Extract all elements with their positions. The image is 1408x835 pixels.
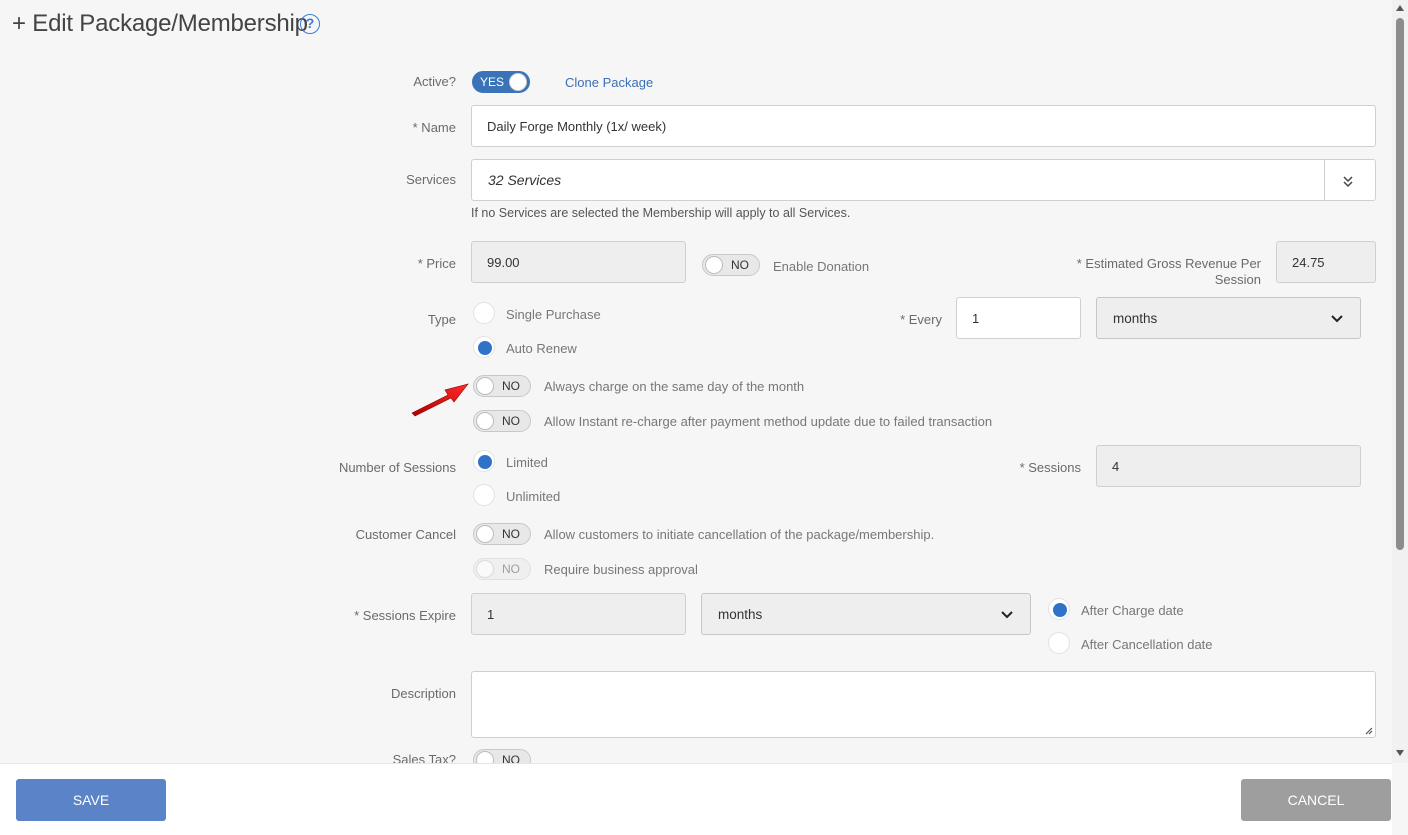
- toggle-text: NO: [502, 414, 520, 428]
- sessions-label: * Sessions: [1019, 460, 1081, 475]
- gross-revenue-label-line1: * Estimated Gross Revenue Per: [1076, 256, 1261, 271]
- scroll-up-arrow-icon[interactable]: [1395, 3, 1405, 13]
- number-of-sessions-label: Number of Sessions: [338, 460, 456, 475]
- services-label: Services: [406, 172, 456, 187]
- clone-package-link[interactable]: Clone Package: [565, 75, 653, 90]
- toggle-knob: [476, 525, 494, 543]
- instant-recharge-label: Allow Instant re-charge after payment me…: [544, 414, 993, 429]
- toggle-text: YES: [480, 75, 505, 89]
- price-label: * Price: [417, 256, 456, 271]
- scroll-down-arrow-icon[interactable]: [1395, 748, 1405, 758]
- services-select[interactable]: 32 Services: [471, 159, 1376, 201]
- after-charge-date-label: After Charge date: [1081, 603, 1184, 618]
- business-approval-toggle: NO: [473, 558, 531, 580]
- active-toggle[interactable]: YES: [472, 71, 530, 93]
- description-textarea[interactable]: [471, 671, 1376, 738]
- name-label: * Name: [412, 120, 456, 135]
- name-input[interactable]: Daily Forge Monthly (1x/ week): [471, 105, 1376, 147]
- toggle-knob: [476, 412, 494, 430]
- limited-label: Limited: [506, 455, 548, 470]
- unlimited-label: Unlimited: [506, 489, 561, 504]
- cancel-button[interactable]: CANCEL: [1241, 779, 1391, 821]
- donation-label: Enable Donation: [773, 259, 870, 274]
- price-input[interactable]: 99.00: [471, 241, 686, 283]
- donation-toggle[interactable]: NO: [702, 254, 760, 276]
- after-charge-date-radio[interactable]: [1048, 598, 1070, 620]
- toggle-text: NO: [502, 562, 520, 576]
- sessions-expire-unit-value: months: [718, 606, 763, 622]
- type-label: Type: [427, 312, 456, 327]
- chevron-down-icon: [1331, 315, 1343, 323]
- auto-renew-label: Auto Renew: [506, 341, 577, 356]
- active-label: Active?: [413, 74, 456, 89]
- limited-radio[interactable]: [473, 450, 495, 472]
- same-day-toggle[interactable]: NO: [473, 375, 531, 397]
- every-label: * Every: [900, 312, 942, 327]
- sessions-expire-input[interactable]: 1: [471, 593, 686, 635]
- scroll-thumb[interactable]: [1396, 18, 1404, 550]
- description-label: Description: [390, 686, 456, 701]
- toggle-text: NO: [502, 527, 520, 541]
- services-value: 32 Services: [488, 172, 562, 188]
- services-divider: [1324, 160, 1325, 200]
- toggle-knob: [705, 256, 723, 274]
- auto-renew-radio[interactable]: [473, 336, 495, 358]
- services-hint: If no Services are selected the Membersh…: [471, 206, 851, 220]
- toggle-text: NO: [731, 258, 749, 272]
- customer-cancel-toggle[interactable]: NO: [473, 523, 531, 545]
- unlimited-radio[interactable]: [473, 484, 495, 506]
- same-day-label: Always charge on the same day of the mon…: [544, 379, 805, 394]
- gross-revenue-label: * Estimated Gross Revenue Per Session: [1077, 256, 1261, 288]
- red-arrow-icon: [411, 383, 469, 417]
- save-button[interactable]: SAVE: [16, 779, 166, 821]
- business-approval-text: Require business approval: [544, 562, 698, 577]
- after-cancellation-date-label: After Cancellation date: [1081, 637, 1213, 652]
- after-cancellation-date-radio[interactable]: [1048, 632, 1070, 654]
- instant-recharge-toggle[interactable]: NO: [473, 410, 531, 432]
- toggle-knob: [476, 377, 494, 395]
- sessions-input[interactable]: 4: [1096, 445, 1361, 487]
- customer-cancel-text: Allow customers to initiate cancellation…: [544, 527, 935, 542]
- toggle-text: NO: [502, 379, 520, 393]
- gross-revenue-input[interactable]: 24.75: [1276, 241, 1376, 283]
- question-circle-icon[interactable]: ?: [300, 14, 320, 34]
- every-unit-value: months: [1113, 310, 1158, 326]
- resize-handle-icon[interactable]: [1363, 725, 1373, 735]
- every-unit-select[interactable]: months: [1096, 297, 1361, 339]
- sessions-expire-label: * Sessions Expire: [354, 608, 456, 623]
- toggle-knob: [509, 73, 527, 91]
- single-purchase-radio[interactable]: [473, 302, 495, 324]
- toggle-knob: [476, 560, 494, 578]
- sessions-expire-unit-select[interactable]: months: [701, 593, 1031, 635]
- double-chevron-down-icon[interactable]: [1340, 173, 1356, 192]
- footer-bar: SAVE CANCEL: [0, 763, 1392, 835]
- page-title: + Edit Package/Membership: [12, 10, 308, 37]
- every-input[interactable]: 1: [956, 297, 1081, 339]
- vertical-scrollbar[interactable]: [1392, 0, 1408, 763]
- customer-cancel-label: Customer Cancel: [355, 527, 456, 542]
- chevron-down-icon: [1001, 611, 1013, 619]
- single-purchase-label: Single Purchase: [506, 307, 601, 322]
- gross-revenue-label-line2: Session: [1214, 272, 1261, 287]
